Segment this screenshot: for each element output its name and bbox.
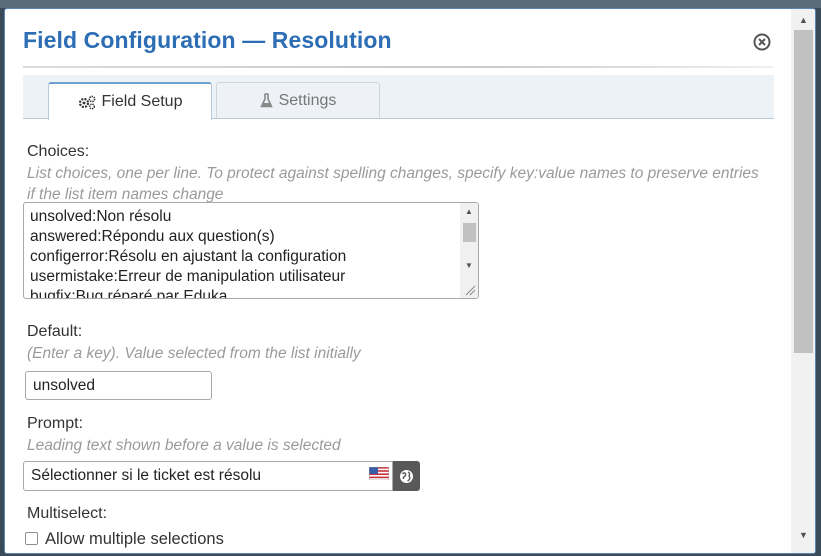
tab-settings-label: Settings: [278, 91, 337, 109]
prompt-hint: Leading text shown before a value is sel…: [27, 437, 341, 454]
gears-icon: [78, 95, 95, 110]
multiselect-label: Multiselect:: [27, 505, 108, 522]
allow-multiple-checkbox[interactable]: [25, 532, 38, 545]
close-button[interactable]: [752, 32, 772, 52]
scroll-down-icon[interactable]: ▼: [465, 261, 473, 270]
choices-hint: List choices, one per line. To protect a…: [27, 165, 759, 203]
dialog-title: Field Configuration — Resolution: [23, 27, 392, 53]
default-label: Default:: [27, 323, 83, 340]
title-divider: [23, 66, 773, 68]
flask-icon: [259, 93, 273, 108]
scroll-up-icon[interactable]: ▲: [465, 207, 473, 216]
backdrop: [0, 0, 821, 8]
globe-icon: [400, 469, 413, 483]
close-circle-icon: [753, 33, 771, 51]
allow-multiple-label[interactable]: Allow multiple selections: [45, 530, 224, 549]
choices-textarea[interactable]: unsolved:Non résolu answered:Répondu aux…: [23, 202, 479, 299]
dialog-scroll-up-icon[interactable]: ▲: [799, 15, 808, 25]
tab-settings[interactable]: Settings: [216, 82, 380, 118]
prompt-label: Prompt:: [27, 415, 84, 432]
dialog-scroll-down-icon[interactable]: ▼: [799, 530, 808, 540]
prompt-input[interactable]: Sélectionner si le ticket est résolu: [23, 461, 393, 491]
resize-grip-icon: [465, 285, 476, 296]
us-flag-icon[interactable]: [369, 467, 389, 480]
default-hint: (Enter a key). Value selected from the l…: [27, 345, 361, 362]
choices-scrollbar[interactable]: ▲ ▼: [460, 203, 478, 281]
choices-label: Choices:: [27, 143, 90, 160]
choices-scroll-thumb[interactable]: [463, 223, 476, 242]
dialog-scroll-thumb[interactable]: [794, 30, 813, 353]
translate-button[interactable]: [393, 461, 420, 491]
dialog-scrollbar[interactable]: ▲ ▼: [791, 9, 815, 553]
tab-bar: Field Setup Settings: [23, 75, 774, 120]
field-configuration-dialog: Field Configuration — Resolution Field S…: [4, 8, 816, 554]
tab-field-setup-label: Field Setup: [101, 93, 183, 110]
choices-text: unsolved:Non résolu answered:Répondu aux…: [30, 208, 347, 299]
default-input[interactable]: unsolved: [25, 371, 212, 400]
tab-field-setup[interactable]: Field Setup: [48, 82, 212, 120]
resize-grip[interactable]: [460, 280, 478, 298]
